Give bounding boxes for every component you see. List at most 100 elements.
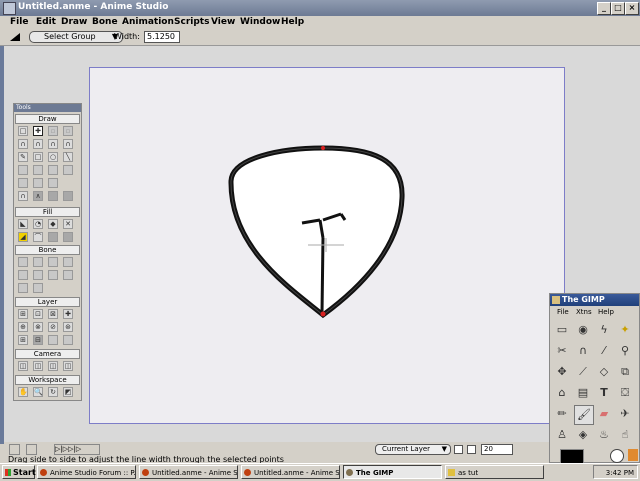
text-frame-icon[interactable]: ▤: [574, 384, 592, 402]
menu-help[interactable]: Help: [281, 17, 304, 27]
tool-disabled-3[interactable]: [48, 165, 58, 175]
tool-line-width-active[interactable]: ∧: [33, 191, 43, 201]
start-button[interactable]: Start: [2, 465, 36, 479]
tool-fill-extra-1[interactable]: [48, 232, 58, 242]
tool-bone-1[interactable]: [18, 257, 28, 267]
tool-camera-4[interactable]: ◫: [63, 361, 73, 371]
tool-bone-8[interactable]: [63, 270, 73, 280]
clock[interactable]: 3:42 PM: [606, 469, 634, 477]
tool-paint-bucket[interactable]: ◆: [48, 219, 58, 229]
brush-preview[interactable]: [610, 449, 624, 463]
lasso-icon[interactable]: ϟ: [595, 321, 613, 339]
tool-bone-5[interactable]: [18, 270, 28, 280]
tool-select-shape[interactable]: ◣: [18, 219, 28, 229]
tool-bone-6[interactable]: [33, 270, 43, 280]
magic-wand-icon[interactable]: ✦: [616, 321, 634, 339]
task-gimp[interactable]: The GIMP: [343, 465, 442, 479]
tool-disabled-2[interactable]: [33, 165, 43, 175]
loop-checkbox[interactable]: [467, 445, 476, 454]
gimp-menu-file[interactable]: File: [557, 306, 569, 318]
pencil-icon[interactable]: ✏: [553, 405, 571, 423]
task-anime-studio-1[interactable]: Untitled.anme - Anime St...: [139, 465, 238, 479]
tool-layer-2[interactable]: ⊡: [33, 309, 43, 319]
tool-disabled-1[interactable]: [18, 165, 28, 175]
orbit-icon[interactable]: ◩: [63, 387, 73, 397]
tool-disabled-4[interactable]: [63, 165, 73, 175]
task-anime-studio-2[interactable]: Untitled.anme - Anime St...: [241, 465, 340, 479]
tool-rectangle[interactable]: □: [33, 152, 43, 162]
tool-create-shape[interactable]: ◔: [33, 219, 43, 229]
rotate-workspace-icon[interactable]: ↻: [48, 387, 58, 397]
tool-freehand[interactable]: ✎: [18, 152, 28, 162]
selected-point[interactable]: [320, 311, 326, 317]
tool-bone-4[interactable]: [63, 257, 73, 267]
maximize-button[interactable]: □: [611, 2, 625, 15]
measure-icon[interactable]: ⌂: [553, 384, 571, 402]
dodge-icon[interactable]: ♨: [595, 426, 613, 444]
tool-fill-extra-2[interactable]: [63, 232, 73, 242]
tool-curvature[interactable]: ∩: [33, 139, 43, 149]
select-group-dropdown[interactable]: Select Group ▼: [29, 31, 123, 43]
tool-camera-2[interactable]: ◫: [33, 361, 43, 371]
tool-scale-points[interactable]: ▫: [48, 126, 58, 136]
playback-controls[interactable]: ▷|▷▷|▷: [54, 444, 100, 455]
move-icon[interactable]: ✥: [553, 363, 571, 381]
bucket-fill-icon[interactable]: ⛋: [616, 384, 634, 402]
tool-line-color[interactable]: ◢: [18, 232, 28, 242]
tool-stroke[interactable]: ⌒: [33, 232, 43, 242]
tool-bone-3[interactable]: [48, 257, 58, 267]
airbrush-icon[interactable]: ✈: [616, 405, 634, 423]
minimize-button[interactable]: _: [597, 2, 611, 15]
tool-bone-7[interactable]: [48, 270, 58, 280]
step-back-button[interactable]: [26, 444, 37, 455]
foreground-color-swatch[interactable]: [560, 449, 584, 464]
tool-bone-2[interactable]: [33, 257, 43, 267]
tool-disabled-5[interactable]: [18, 178, 28, 188]
smudge-icon[interactable]: ☝: [616, 426, 634, 444]
tool-bone-10[interactable]: [33, 283, 43, 293]
tool-rotate-points[interactable]: ▫: [63, 126, 73, 136]
close-button[interactable]: ×: [625, 2, 639, 15]
magnify-icon[interactable]: ⚲: [616, 342, 634, 360]
tool-select-points[interactable]: □: [18, 126, 28, 136]
menu-file[interactable]: File: [10, 17, 28, 27]
tool-add-point[interactable]: ∩: [18, 139, 28, 149]
eraser-icon[interactable]: ▰: [595, 405, 613, 423]
task-forum[interactable]: Anime Studio Forum :: P...: [37, 465, 136, 479]
menu-window[interactable]: Window: [240, 17, 280, 27]
tool-shear[interactable]: ∩: [63, 139, 73, 149]
rewind-button[interactable]: [9, 444, 20, 455]
menu-animation[interactable]: Animation: [122, 17, 174, 27]
menu-edit[interactable]: Edit: [36, 17, 56, 27]
paintbrush-icon[interactable]: 🖌: [574, 405, 594, 425]
text-icon[interactable]: T: [595, 384, 613, 402]
bezier-icon[interactable]: ∩: [574, 342, 592, 360]
tool-bone-9[interactable]: [18, 283, 28, 293]
tool-delete-shape[interactable]: ✕: [63, 219, 73, 229]
menu-bone[interactable]: Bone: [92, 17, 118, 27]
tool-layer-11[interactable]: [48, 335, 58, 345]
tool-layer-6[interactable]: ⊗: [33, 322, 43, 332]
tool-layer-7[interactable]: ⊘: [48, 322, 58, 332]
tool-noise[interactable]: [48, 191, 58, 201]
menu-draw[interactable]: Draw: [61, 17, 87, 27]
tool-layer-5[interactable]: ⊕: [18, 322, 28, 332]
rect-select-icon[interactable]: ▭: [553, 321, 571, 339]
current-layer-dropdown[interactable]: Current Layer ▼: [375, 444, 451, 455]
tool-camera-1[interactable]: ◫: [18, 361, 28, 371]
gradient-preview[interactable]: [628, 449, 638, 461]
tool-camera-3[interactable]: ◫: [48, 361, 58, 371]
crop-icon[interactable]: ⟋: [574, 363, 592, 381]
tool-delete-edge[interactable]: ╲: [63, 152, 73, 162]
tool-layer-1[interactable]: ⊞: [18, 309, 28, 319]
ellipse-select-icon[interactable]: ◉: [574, 321, 592, 339]
menu-scripts[interactable]: Scripts: [174, 17, 209, 27]
tool-layer-12[interactable]: [63, 335, 73, 345]
frame-input[interactable]: 20: [481, 444, 513, 455]
width-input[interactable]: 5.1250: [144, 31, 180, 43]
tool-line-width[interactable]: ∩: [18, 191, 28, 201]
tool-extra[interactable]: [63, 191, 73, 201]
top-point[interactable]: [321, 146, 325, 150]
clone-icon[interactable]: ♙: [553, 426, 571, 444]
task-as-tut[interactable]: as tut: [445, 465, 544, 479]
